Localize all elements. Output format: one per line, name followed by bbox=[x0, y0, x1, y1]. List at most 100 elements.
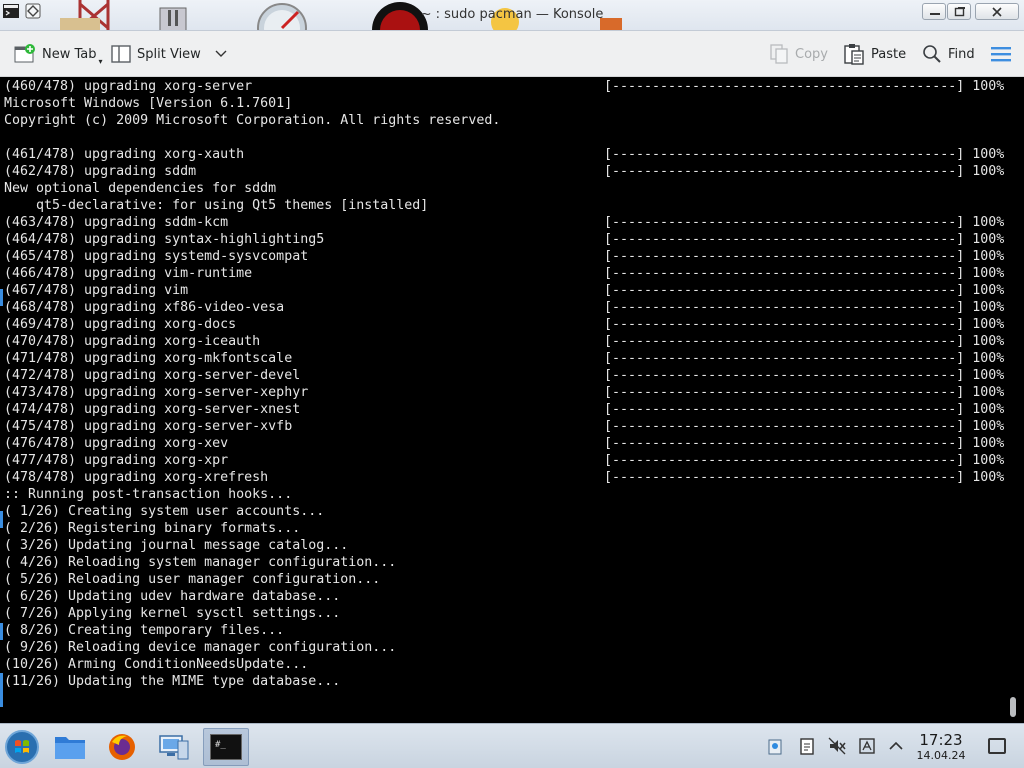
terminal-line-text: (475/478) upgrading xorg-server-xvfb bbox=[4, 419, 293, 434]
terminal-line-text: Copyright (c) 2009 Microsoft Corporation… bbox=[4, 113, 501, 128]
copy-button[interactable]: Copy bbox=[769, 31, 828, 77]
terminal-line: (463/478) upgrading sddm-kcm [-----------… bbox=[4, 214, 1004, 231]
konsole-taskbar-button[interactable]: #_ bbox=[203, 728, 249, 766]
paste-label: Paste bbox=[871, 46, 907, 62]
terminal-line-text: New optional dependencies for sddm bbox=[4, 181, 277, 196]
terminal-line: (469/478) upgrading xorg-docs [----------… bbox=[4, 316, 1004, 333]
split-view-icon bbox=[111, 45, 131, 63]
minimize-icon bbox=[930, 13, 940, 15]
terminal-line-text: ( 2/26) Registering binary formats... bbox=[4, 521, 301, 536]
terminal-line: ( 2/26) Registering binary formats... bbox=[4, 520, 500, 537]
input-method-icon[interactable] bbox=[858, 737, 876, 755]
terminal-line: (471/478) upgrading xorg-mkfontscale [---… bbox=[4, 350, 1004, 367]
terminal-line: (473/478) upgrading xorg-server-xephyr [-… bbox=[4, 384, 1004, 401]
terminal-line-text: (10/26) Arming ConditionNeedsUpdate... bbox=[4, 657, 309, 672]
close-icon bbox=[992, 7, 1002, 17]
start-button[interactable] bbox=[2, 728, 42, 766]
paste-icon bbox=[844, 44, 864, 65]
terminal-line-text: Microsoft Windows [Version 6.1.7601] bbox=[4, 96, 293, 111]
clock-time: 17:23 bbox=[919, 731, 963, 749]
progress-bar-text: [---------------------------------------… bbox=[604, 232, 1005, 247]
search-icon bbox=[923, 45, 941, 63]
terminal-line: ( 3/26) Updating journal message catalog… bbox=[4, 537, 500, 554]
progress-bar-text: [---------------------------------------… bbox=[604, 79, 1005, 94]
progress-bar-text: [---------------------------------------… bbox=[604, 419, 1005, 434]
terminal-line: ( 7/26) Applying kernel sysctl settings.… bbox=[4, 605, 500, 622]
file-explorer-taskbar-button[interactable] bbox=[50, 728, 90, 766]
new-tab-label: New Tab bbox=[42, 46, 97, 62]
progress-bar-text: [---------------------------------------… bbox=[604, 266, 1005, 281]
chevron-down-icon[interactable] bbox=[215, 50, 227, 58]
clock-date: 14.04.24 bbox=[916, 749, 966, 762]
terminal-line-text: ( 4/26) Reloading system manager configu… bbox=[4, 555, 397, 570]
window-title: ~ : sudo pacman — Konsole bbox=[420, 7, 604, 22]
terminal-view[interactable]: (460/478) upgrading xorg-server [--------… bbox=[0, 77, 1024, 723]
terminal-line-text: ( 7/26) Applying kernel sysctl settings.… bbox=[4, 606, 341, 621]
terminal-line: (464/478) upgrading syntax-highlighting5… bbox=[4, 231, 1004, 248]
progress-bar-text: [---------------------------------------… bbox=[604, 147, 1005, 162]
terminal-line: (468/478) upgrading xf86-video-vesa [----… bbox=[4, 299, 1004, 316]
hamburger-menu-icon bbox=[991, 47, 1011, 62]
clipboard-tray-icon[interactable] bbox=[766, 737, 784, 755]
line-marker bbox=[0, 289, 3, 306]
terminal-output: (460/478) upgrading xorg-server [--------… bbox=[4, 78, 1004, 690]
firefox-taskbar-button[interactable] bbox=[102, 728, 142, 766]
terminal-line-text: (468/478) upgrading xf86-video-vesa bbox=[4, 300, 285, 315]
volume-muted-icon[interactable] bbox=[828, 737, 846, 755]
terminal-line-text: (476/478) upgrading xorg-xev bbox=[4, 436, 229, 451]
terminal-line: (11/26) Updating the MIME type database.… bbox=[4, 673, 500, 690]
terminal-line-text: qt5-declarative: for using Qt5 themes [i… bbox=[4, 198, 429, 213]
terminal-line: ( 8/26) Creating temporary files... bbox=[4, 622, 500, 639]
find-button[interactable]: Find bbox=[922, 31, 975, 77]
progress-bar-text: [---------------------------------------… bbox=[604, 300, 1005, 315]
terminal-icon: #_ bbox=[210, 734, 242, 760]
progress-bar-text: [---------------------------------------… bbox=[604, 215, 1005, 230]
progress-bar-text: [---------------------------------------… bbox=[604, 385, 1005, 400]
chevron-up-icon[interactable] bbox=[887, 737, 905, 755]
notes-tray-icon[interactable] bbox=[798, 737, 816, 755]
maximize-button[interactable] bbox=[947, 3, 971, 20]
terminal-line: (467/478) upgrading vim [----------------… bbox=[4, 282, 1004, 299]
terminal-icon-text: #_ bbox=[215, 740, 226, 750]
terminal-line-text: (466/478) upgrading vim-runtime bbox=[4, 266, 253, 281]
terminal-line-text: ( 8/26) Creating temporary files... bbox=[4, 623, 285, 638]
hamburger-menu-button[interactable] bbox=[990, 31, 1012, 77]
title-bar[interactable]: ~ : sudo pacman — Konsole bbox=[0, 0, 1024, 31]
new-tab-button[interactable]: New Tab ▾ bbox=[14, 31, 103, 77]
terminal-line: (478/478) upgrading xorg-xrefresh [------… bbox=[4, 469, 1004, 486]
paste-button[interactable]: Paste bbox=[843, 31, 906, 77]
progress-bar-text: [---------------------------------------… bbox=[604, 402, 1005, 417]
split-view-button[interactable]: Split View bbox=[111, 31, 227, 77]
terminal-line: ( 9/26) Reloading device manager configu… bbox=[4, 639, 500, 656]
minimize-button[interactable] bbox=[922, 3, 946, 20]
computer-network-icon bbox=[159, 735, 189, 760]
line-marker bbox=[0, 623, 3, 640]
clock[interactable]: 17:23 14.04.24 bbox=[908, 732, 974, 763]
show-desktop-button[interactable] bbox=[988, 738, 1006, 754]
copy-label: Copy bbox=[795, 46, 828, 62]
terminal-scrollbar[interactable] bbox=[1010, 697, 1016, 717]
terminal-line: :: Running post-transaction hooks... bbox=[4, 486, 500, 503]
maximize-icon bbox=[954, 7, 965, 17]
terminal-line: (466/478) upgrading vim-runtime [--------… bbox=[4, 265, 1004, 282]
progress-bar-text: [---------------------------------------… bbox=[604, 249, 1005, 264]
taskbar: #_ 17:23 14.04.24 bbox=[0, 723, 1024, 768]
terminal-line: Microsoft Windows [Version 6.1.7601] bbox=[4, 95, 500, 112]
progress-bar-text: [---------------------------------------… bbox=[604, 470, 1005, 485]
terminal-line-text: (11/26) Updating the MIME type database.… bbox=[4, 674, 341, 689]
close-button[interactable] bbox=[975, 3, 1019, 20]
new-tab-dropdown-icon[interactable]: ▾ bbox=[99, 57, 103, 66]
terminal-line: ( 4/26) Reloading system manager configu… bbox=[4, 554, 500, 571]
terminal-line-text: (462/478) upgrading sddm bbox=[4, 164, 197, 179]
remote-desktop-taskbar-button[interactable] bbox=[154, 728, 194, 766]
split-view-label: Split View bbox=[137, 46, 201, 62]
terminal-line: (462/478) upgrading sddm [---------------… bbox=[4, 163, 1004, 180]
progress-bar-text: [---------------------------------------… bbox=[604, 351, 1005, 366]
terminal-line-text: (478/478) upgrading xorg-xrefresh bbox=[4, 470, 269, 485]
terminal-line-text: ( 9/26) Reloading device manager configu… bbox=[4, 640, 397, 655]
terminal-line-text: (474/478) upgrading xorg-server-xnest bbox=[4, 402, 301, 417]
terminal-line: ( 6/26) Updating udev hardware database.… bbox=[4, 588, 500, 605]
terminal-line: (472/478) upgrading xorg-server-devel [--… bbox=[4, 367, 1004, 384]
terminal-line: (465/478) upgrading systemd-sysvcompat [-… bbox=[4, 248, 1004, 265]
